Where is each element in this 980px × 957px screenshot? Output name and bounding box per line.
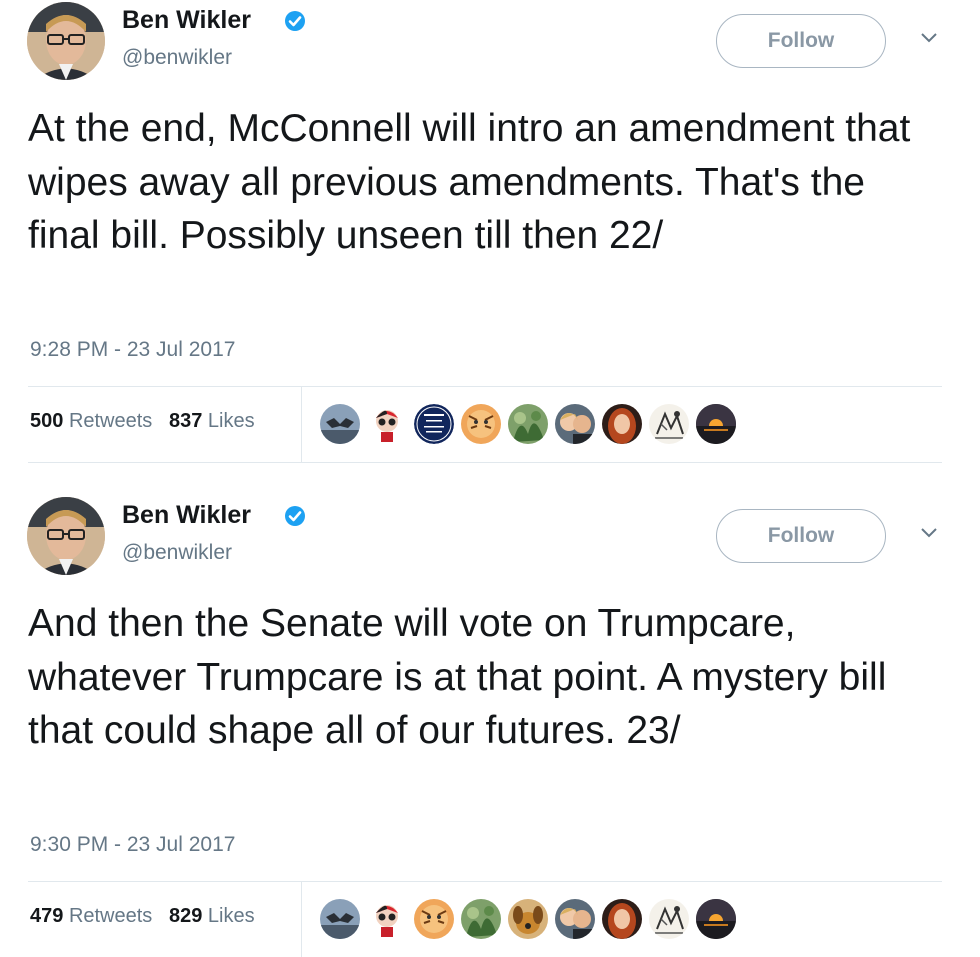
author-avatar[interactable] bbox=[27, 497, 105, 575]
retweet-label: Retweets bbox=[68, 410, 153, 432]
tweet-timestamp[interactable]: 9:30 PM - 23 Jul 2017 bbox=[30, 833, 235, 857]
harley-avatar[interactable] bbox=[367, 404, 407, 444]
like-count: 837 bbox=[168, 410, 203, 432]
retweet-count: 479 bbox=[30, 905, 64, 927]
like-stat[interactable]: 837 Likes bbox=[169, 410, 255, 432]
like-count: 829 bbox=[168, 905, 203, 927]
redhead-avatar[interactable] bbox=[602, 404, 642, 444]
like-label: Likes bbox=[207, 905, 255, 927]
plants-avatar[interactable] bbox=[508, 404, 548, 444]
chevron-down-icon[interactable] bbox=[918, 30, 940, 46]
divider bbox=[28, 386, 942, 387]
chevron-down-icon[interactable] bbox=[918, 525, 940, 541]
author-handle[interactable]: @benwikler bbox=[122, 46, 232, 70]
author-name[interactable]: Ben Wikler bbox=[122, 501, 251, 530]
sketch-avatar[interactable] bbox=[649, 899, 689, 939]
retweet-label: Retweets bbox=[68, 905, 153, 927]
couple-avatar[interactable] bbox=[555, 899, 595, 939]
like-label: Likes bbox=[207, 410, 255, 432]
retweet-stat[interactable]: 500 Retweets bbox=[30, 410, 152, 432]
author-avatar[interactable] bbox=[27, 2, 105, 80]
harley-avatar[interactable] bbox=[367, 899, 407, 939]
bat-avatar[interactable] bbox=[320, 899, 360, 939]
like-stat[interactable]: 829 Likes bbox=[169, 905, 255, 927]
follow-button[interactable]: Follow bbox=[716, 509, 886, 563]
author-handle[interactable]: @benwikler bbox=[122, 541, 232, 565]
sunset-avatar[interactable] bbox=[696, 404, 736, 444]
verified-badge-icon bbox=[285, 506, 305, 526]
redhead-avatar[interactable] bbox=[602, 899, 642, 939]
author-name[interactable]: Ben Wikler bbox=[122, 6, 251, 35]
defend-it-badge-avatar[interactable] bbox=[414, 404, 454, 444]
stats-separator bbox=[301, 387, 302, 462]
plants-avatar[interactable] bbox=[461, 899, 501, 939]
retweet-count: 500 bbox=[30, 410, 64, 432]
tiger-avatar[interactable] bbox=[461, 404, 501, 444]
sunset-avatar[interactable] bbox=[696, 899, 736, 939]
tiger-avatar[interactable] bbox=[414, 899, 454, 939]
divider bbox=[28, 462, 942, 463]
tweet-text: At the end, McConnell will intro an amen… bbox=[28, 107, 911, 257]
verified-badge-icon bbox=[285, 11, 305, 31]
sketch-avatar[interactable] bbox=[649, 404, 689, 444]
divider bbox=[28, 881, 942, 882]
tweet-timestamp[interactable]: 9:28 PM - 23 Jul 2017 bbox=[30, 338, 235, 362]
dog-avatar[interactable] bbox=[508, 899, 548, 939]
retweet-stat[interactable]: 479 Retweets bbox=[30, 905, 152, 927]
follow-button[interactable]: Follow bbox=[716, 14, 886, 68]
bat-avatar[interactable] bbox=[320, 404, 360, 444]
tweet-stats: 479 Retweets 829 Likes bbox=[30, 905, 255, 928]
tweet-stats: 500 Retweets 837 Likes bbox=[30, 410, 255, 433]
stats-separator bbox=[301, 882, 302, 957]
couple-avatar[interactable] bbox=[555, 404, 595, 444]
tweet-text: And then the Senate will vote on Trumpca… bbox=[28, 602, 887, 752]
